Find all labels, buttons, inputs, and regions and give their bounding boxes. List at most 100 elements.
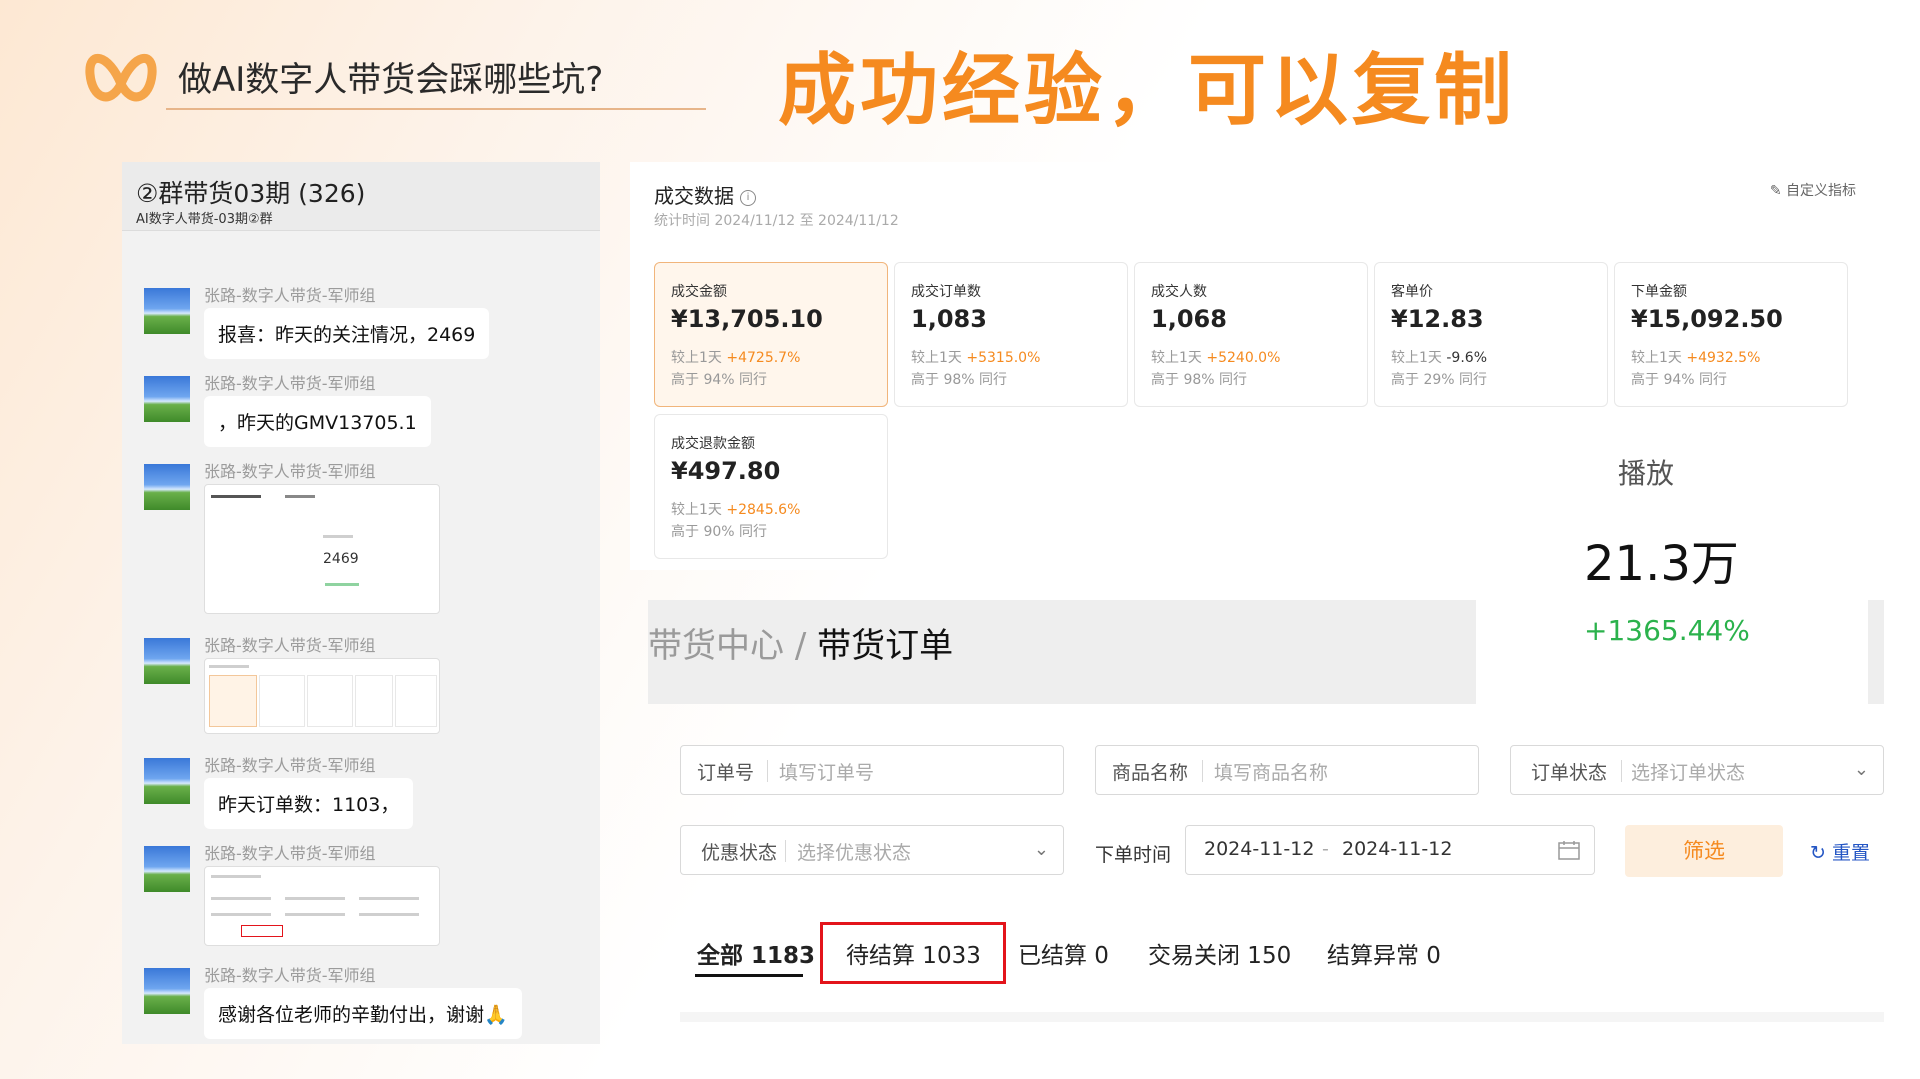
chat-message: 张路-数字人带货-军师组 2469 bbox=[140, 458, 590, 618]
field-divider bbox=[785, 840, 786, 862]
coupon-status-select[interactable]: 优惠状态 选择优惠状态 ⌄ bbox=[680, 825, 1064, 875]
image-mini-card bbox=[395, 675, 437, 727]
image-attachment[interactable] bbox=[204, 866, 440, 946]
image-mini-card bbox=[307, 675, 353, 727]
metric-peer: 高于 98% 同行 bbox=[1151, 372, 1248, 388]
edit-icon: ✎ bbox=[1769, 183, 1786, 199]
tab-all[interactable]: 全部 1183 bbox=[697, 936, 815, 970]
chevron-down-icon[interactable]: ⌄ bbox=[1854, 759, 1869, 780]
refresh-icon: ↻ bbox=[1810, 842, 1832, 864]
metric-compare: 较上1天 +4725.7% bbox=[671, 350, 801, 366]
chat-message: 张路-数字人带货-军师组 感谢各位老师的辛勤付出，谢谢🙏 bbox=[140, 962, 590, 1042]
orange-loop-logo-icon bbox=[85, 54, 157, 102]
sender-name: 张路-数字人带货-军师组 bbox=[204, 756, 376, 775]
breadcrumb-current: 带货订单 bbox=[817, 626, 954, 666]
metric-value: ¥497.80 bbox=[671, 457, 781, 485]
metric-label: 客单价 bbox=[1391, 284, 1433, 300]
transaction-data-panel: 成交数据 i 统计时间 2024/11/12 至 2024/11/12 ✎ 自定义… bbox=[630, 162, 1888, 570]
date-range-picker[interactable]: 2024-11-12 - 2024-11-12 bbox=[1185, 825, 1595, 875]
metric-label: 下单金额 bbox=[1631, 284, 1687, 300]
message-bubble[interactable]: 感谢各位老师的辛勤付出，谢谢🙏 bbox=[204, 988, 522, 1039]
field-label: 优惠状态 bbox=[701, 842, 778, 864]
sender-name: 张路-数字人带货-军师组 bbox=[204, 636, 376, 655]
sender-avatar[interactable] bbox=[144, 376, 190, 422]
breadcrumb-parent[interactable]: 带货中心 bbox=[648, 626, 784, 666]
metric-peer: 高于 29% 同行 bbox=[1391, 372, 1488, 388]
tab-settled[interactable]: 已结算 0 bbox=[1018, 936, 1109, 970]
sender-avatar[interactable] bbox=[144, 464, 190, 510]
image-mini-text bbox=[211, 495, 261, 498]
metric-value: ¥13,705.10 bbox=[671, 305, 823, 333]
table-top-strip bbox=[680, 1012, 1884, 1022]
date-start[interactable]: 2024-11-12 bbox=[1204, 838, 1314, 860]
metric-card-order-amount[interactable]: 下单金额 ¥15,092.50 较上1天 +4932.5% 高于 94% 同行 bbox=[1614, 262, 1848, 407]
order-number-input[interactable]: 填写订单号 bbox=[779, 758, 874, 785]
reset-button[interactable]: ↻ 重置 bbox=[1810, 838, 1870, 865]
sender-name: 张路-数字人带货-军师组 bbox=[204, 286, 376, 305]
metric-value: 1,083 bbox=[911, 305, 987, 333]
image-mini-text bbox=[211, 913, 271, 916]
image-mini-text bbox=[211, 897, 271, 900]
image-attachment[interactable] bbox=[204, 658, 440, 734]
order-time-label: 下单时间 bbox=[1095, 844, 1172, 866]
sender-avatar[interactable] bbox=[144, 846, 190, 892]
metric-card-avg-price[interactable]: 客单价 ¥12.83 较上1天 -9.6% 高于 29% 同行 bbox=[1374, 262, 1608, 407]
metric-card-orders[interactable]: 成交订单数 1,083 较上1天 +5315.0% 高于 98% 同行 bbox=[894, 262, 1128, 407]
tab-settlement-error[interactable]: 结算异常 0 bbox=[1327, 936, 1441, 970]
sender-name: 张路-数字人带货-军师组 bbox=[204, 844, 376, 863]
field-label: 订单状态 bbox=[1531, 762, 1608, 784]
image-mini-text bbox=[209, 665, 249, 668]
image-mini-text bbox=[211, 875, 261, 878]
metric-compare: 较上1天 +2845.6% bbox=[671, 502, 801, 518]
metric-peer: 高于 94% 同行 bbox=[1631, 372, 1728, 388]
image-mini-text bbox=[325, 583, 359, 586]
custom-metrics-link[interactable]: ✎ 自定义指标 bbox=[1770, 180, 1856, 200]
calendar-icon[interactable] bbox=[1558, 840, 1580, 860]
metric-card-refund[interactable]: 成交退款金额 ¥497.80 较上1天 +2845.6% 高于 90% 同行 bbox=[654, 414, 888, 559]
field-divider bbox=[767, 760, 768, 782]
image-mini-text bbox=[285, 495, 315, 498]
message-bubble[interactable]: 报喜：昨天的关注情况，2469 bbox=[204, 308, 490, 359]
active-tab-underline bbox=[695, 974, 803, 977]
breadcrumb: 带货中心 / 带货订单 bbox=[648, 618, 953, 667]
image-mini-text bbox=[285, 913, 345, 916]
slogan-headline: 成功经验，可以复制 bbox=[778, 46, 1517, 136]
chevron-down-icon[interactable]: ⌄ bbox=[1034, 839, 1049, 860]
date-end[interactable]: 2024-11-12 bbox=[1342, 838, 1452, 860]
dashboard-title: 成交数据 i bbox=[654, 180, 756, 209]
message-bubble[interactable]: 昨天订单数：1103， bbox=[204, 778, 414, 829]
title-underline bbox=[166, 108, 706, 110]
metric-card-gmv[interactable]: 成交金额 ¥13,705.10 较上1天 +4725.7% 高于 94% 同行 bbox=[654, 262, 888, 407]
image-mini-text bbox=[323, 535, 353, 538]
image-attachment[interactable]: 2469 bbox=[204, 484, 440, 614]
chat-message: 张路-数字人带货-军师组 bbox=[140, 632, 590, 742]
filter-button[interactable]: 筛选 bbox=[1625, 825, 1783, 877]
metric-compare: 较上1天 +5315.0% bbox=[911, 350, 1041, 366]
field-divider bbox=[1202, 760, 1203, 782]
sender-avatar[interactable] bbox=[144, 288, 190, 334]
sender-avatar[interactable] bbox=[144, 968, 190, 1014]
deck-title: 做AI数字人带货会踩哪些坑? bbox=[178, 60, 604, 100]
order-status-select[interactable]: 订单状态 选择订单状态 ⌄ bbox=[1510, 745, 1884, 795]
breadcrumb-separator: / bbox=[794, 626, 807, 666]
play-count-change: +1365.44% bbox=[1584, 614, 1750, 647]
metric-card-buyers[interactable]: 成交人数 1,068 较上1天 +5240.0% 高于 98% 同行 bbox=[1134, 262, 1368, 407]
metric-peer: 高于 94% 同行 bbox=[671, 372, 768, 388]
tab-closed[interactable]: 交易关闭 150 bbox=[1148, 936, 1291, 970]
sender-avatar[interactable] bbox=[144, 758, 190, 804]
sender-avatar[interactable] bbox=[144, 638, 190, 684]
chat-header: ②群带货03期 (326) AI数字人带货-03期②群 bbox=[122, 162, 600, 231]
metric-label: 成交人数 bbox=[1151, 284, 1207, 300]
order-number-field[interactable]: 订单号 填写订单号 bbox=[680, 745, 1064, 795]
image-mini-text bbox=[285, 897, 345, 900]
image-mini-text bbox=[359, 913, 419, 916]
play-count-label: 播放 bbox=[1618, 457, 1675, 490]
sender-name: 张路-数字人带货-军师组 bbox=[204, 462, 376, 481]
info-icon[interactable]: i bbox=[740, 189, 756, 206]
order-status-value[interactable]: 选择订单状态 bbox=[1631, 758, 1745, 785]
coupon-status-value[interactable]: 选择优惠状态 bbox=[797, 838, 911, 865]
product-name-field[interactable]: 商品名称 填写商品名称 bbox=[1095, 745, 1479, 795]
product-name-input[interactable]: 填写商品名称 bbox=[1214, 758, 1328, 785]
highlight-box bbox=[820, 922, 1006, 984]
message-bubble[interactable]: ，昨天的GMV13705.1 bbox=[204, 396, 431, 447]
